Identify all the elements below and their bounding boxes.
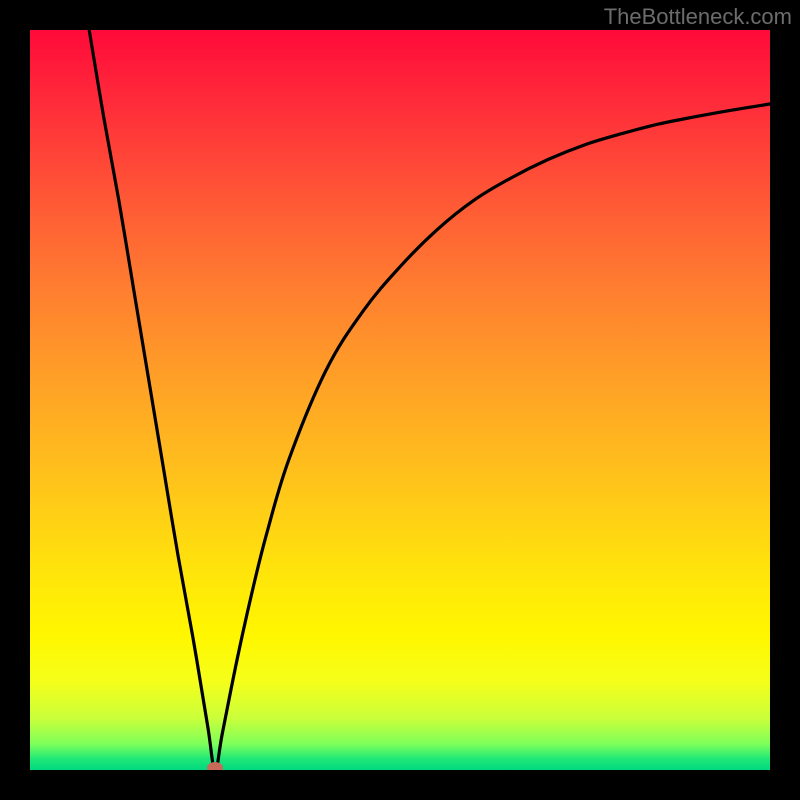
chart-svg [30,30,770,770]
gradient-rect [30,30,770,770]
chart-frame: TheBottleneck.com [0,0,800,800]
plot-area [30,30,770,770]
watermark-text: TheBottleneck.com [604,4,792,30]
